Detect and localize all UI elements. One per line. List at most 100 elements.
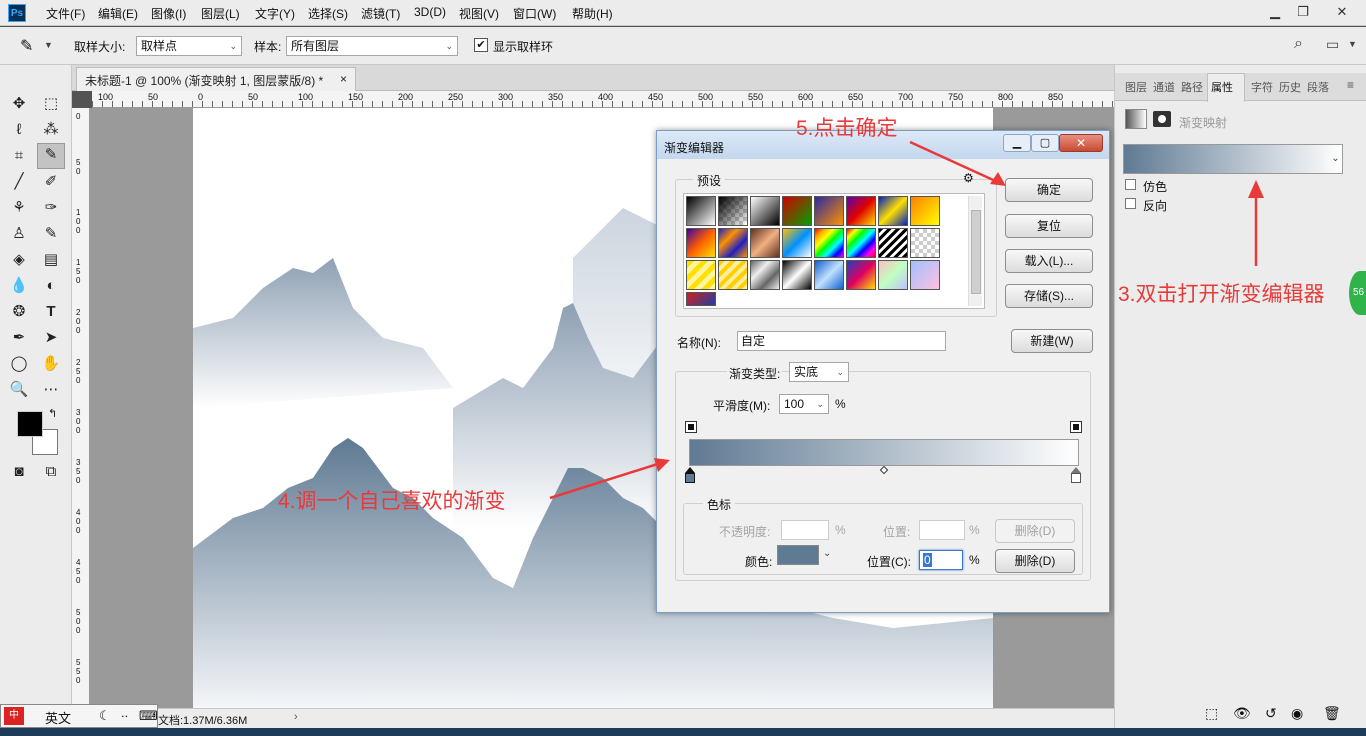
preset-swatch[interactable] xyxy=(750,196,780,226)
half-width-icon[interactable]: ☾ xyxy=(99,708,111,724)
menu-view[interactable]: 视图(V) xyxy=(459,5,499,22)
preset-swatch[interactable] xyxy=(686,292,716,306)
chevron-down-icon[interactable]: ▼ xyxy=(1348,39,1357,49)
preset-swatch[interactable] xyxy=(814,196,844,226)
show-ring-checkbox[interactable]: ✔ xyxy=(474,38,488,52)
dialog-close-button[interactable]: ✕ xyxy=(1059,134,1103,152)
punctuation-icon[interactable]: ∙∙ xyxy=(121,708,128,723)
reset-button[interactable]: 复位 xyxy=(1005,214,1093,238)
tab-character[interactable]: 字符 xyxy=(1251,79,1273,95)
gradient-bar[interactable] xyxy=(689,439,1079,466)
preset-swatch[interactable] xyxy=(750,228,780,258)
presets-scrollbar[interactable] xyxy=(968,196,982,306)
preset-swatch[interactable] xyxy=(910,196,940,226)
opacity-stop-left[interactable] xyxy=(685,421,697,433)
preset-swatch[interactable] xyxy=(878,196,908,226)
eyedropper-icon[interactable]: ✎ xyxy=(20,36,33,56)
brush-heal-icon[interactable]: ╱ xyxy=(7,171,31,193)
tab-layers[interactable]: 图层 xyxy=(1125,79,1147,95)
preset-swatch[interactable] xyxy=(718,228,748,258)
gradient-tool-icon[interactable]: ▤ xyxy=(39,249,63,271)
menu-type[interactable]: 文字(Y) xyxy=(255,5,295,22)
menu-filter[interactable]: 滤镜(T) xyxy=(361,5,400,22)
ellipse-tool-icon[interactable]: ◯ xyxy=(7,353,31,375)
menu-window[interactable]: 窗口(W) xyxy=(513,5,556,22)
gradient-map-icon[interactable] xyxy=(1125,109,1147,129)
menu-select[interactable]: 选择(S) xyxy=(308,5,348,22)
preset-swatch[interactable] xyxy=(686,260,716,290)
close-button[interactable]: ✕ xyxy=(1324,2,1360,22)
tab-properties[interactable]: 属性 xyxy=(1211,79,1233,95)
swap-colors-icon[interactable]: ↰ xyxy=(48,407,57,420)
dodge-tool-icon[interactable]: ◐ xyxy=(39,275,63,297)
dialog-maximize-button[interactable]: ▢ xyxy=(1031,134,1059,152)
restore-button[interactable]: ❐ xyxy=(1290,2,1316,22)
preset-swatch[interactable] xyxy=(718,260,748,290)
preset-swatch[interactable] xyxy=(910,260,940,290)
history-brush-icon[interactable]: ✑ xyxy=(39,197,63,219)
menu-layer[interactable]: 图层(L) xyxy=(201,5,240,22)
ok-button[interactable]: 确定 xyxy=(1005,178,1093,202)
zoom-tool-icon[interactable]: 🔍 xyxy=(7,379,31,401)
color-stop-right[interactable] xyxy=(1071,473,1081,483)
save-button[interactable]: 存储(S)... xyxy=(1005,284,1093,308)
preset-swatch[interactable] xyxy=(878,228,908,258)
trash-icon[interactable]: 🗑 xyxy=(1323,705,1341,722)
minimize-button[interactable]: ▁ xyxy=(1262,2,1288,22)
visibility-icon[interactable]: ◉ xyxy=(1291,705,1303,722)
gradient-map-preview[interactable] xyxy=(1123,144,1343,174)
load-button[interactable]: 载入(L)... xyxy=(1005,249,1093,273)
marquee-tool-icon[interactable]: ⬚ xyxy=(39,93,63,115)
preset-swatch[interactable] xyxy=(782,228,812,258)
sample-size-select[interactable]: 取样点 ⌄ xyxy=(136,36,242,56)
magic-wand-icon[interactable]: ⁂ xyxy=(39,119,63,141)
color-stop-left[interactable] xyxy=(685,473,695,483)
tab-channels[interactable]: 通道 xyxy=(1153,79,1175,95)
preset-swatch[interactable] xyxy=(878,260,908,290)
eraser-tool-icon[interactable]: ◈ xyxy=(7,249,31,271)
preset-swatch[interactable] xyxy=(814,260,844,290)
mask-icon[interactable] xyxy=(1153,111,1171,127)
path-select-icon[interactable]: ➤ xyxy=(39,327,63,349)
name-input[interactable]: 自定 xyxy=(737,331,946,351)
preset-swatch[interactable] xyxy=(846,260,876,290)
lasso-tool-icon[interactable]: ℓ xyxy=(7,119,31,141)
document-tab[interactable]: 未标题-1 @ 100% (渐变映射 1, 图层蒙版/8) * × xyxy=(76,67,356,91)
menu-help[interactable]: 帮助(H) xyxy=(572,5,613,22)
sponge-tool-icon[interactable]: ❂ xyxy=(7,301,31,323)
dither-checkbox[interactable] xyxy=(1125,179,1136,190)
reset-icon[interactable]: ↺ xyxy=(1265,705,1277,722)
preset-swatch[interactable] xyxy=(846,196,876,226)
pen-tool-icon[interactable]: ✒ xyxy=(7,327,31,349)
floating-badge[interactable]: 56 xyxy=(1349,271,1366,315)
workspace-icon[interactable]: ▭ xyxy=(1326,36,1339,53)
view-previous-icon[interactable]: 👁 xyxy=(1233,705,1251,722)
opacity-stop-right[interactable] xyxy=(1070,421,1082,433)
ime-logo-icon[interactable]: 中 xyxy=(4,707,24,725)
clone-stamp-icon[interactable]: ⚘ xyxy=(7,197,31,219)
menu-image[interactable]: 图像(I) xyxy=(151,5,186,22)
location-input[interactable]: 0 xyxy=(919,550,963,570)
clip-to-layer-icon[interactable]: ⬚ xyxy=(1205,705,1218,722)
tab-history[interactable]: 历史 xyxy=(1279,79,1301,95)
sample-select[interactable]: 所有图层 ⌄ xyxy=(286,36,458,56)
ime-language[interactable]: 英文 xyxy=(45,708,71,727)
crop-tool-icon[interactable]: ⌗ xyxy=(7,145,31,167)
preset-swatch[interactable] xyxy=(686,196,716,226)
chevron-down-icon[interactable]: ⌄ xyxy=(823,548,831,559)
gradient-type-select[interactable]: 实底 ⌄ xyxy=(789,362,849,382)
preset-swatch[interactable] xyxy=(782,260,812,290)
menu-edit[interactable]: 编辑(E) xyxy=(98,5,138,22)
panel-menu-icon[interactable]: ≡ xyxy=(1347,78,1354,92)
tab-paragraph[interactable]: 段落 xyxy=(1307,79,1329,95)
type-tool-icon[interactable]: T xyxy=(39,301,63,323)
brush-tool-icon[interactable]: ✐ xyxy=(39,171,63,193)
chevron-down-icon[interactable]: ⌄ xyxy=(1328,144,1343,174)
stop-color-swatch[interactable] xyxy=(777,545,819,565)
new-button[interactable]: 新建(W) xyxy=(1011,329,1093,353)
more-tools-icon[interactable]: ⋯ xyxy=(39,379,63,401)
menu-file[interactable]: 文件(F) xyxy=(46,5,85,22)
preset-swatch[interactable] xyxy=(718,196,748,226)
hand-tool-icon[interactable]: ✋ xyxy=(39,353,63,375)
preset-swatch[interactable] xyxy=(814,228,844,258)
